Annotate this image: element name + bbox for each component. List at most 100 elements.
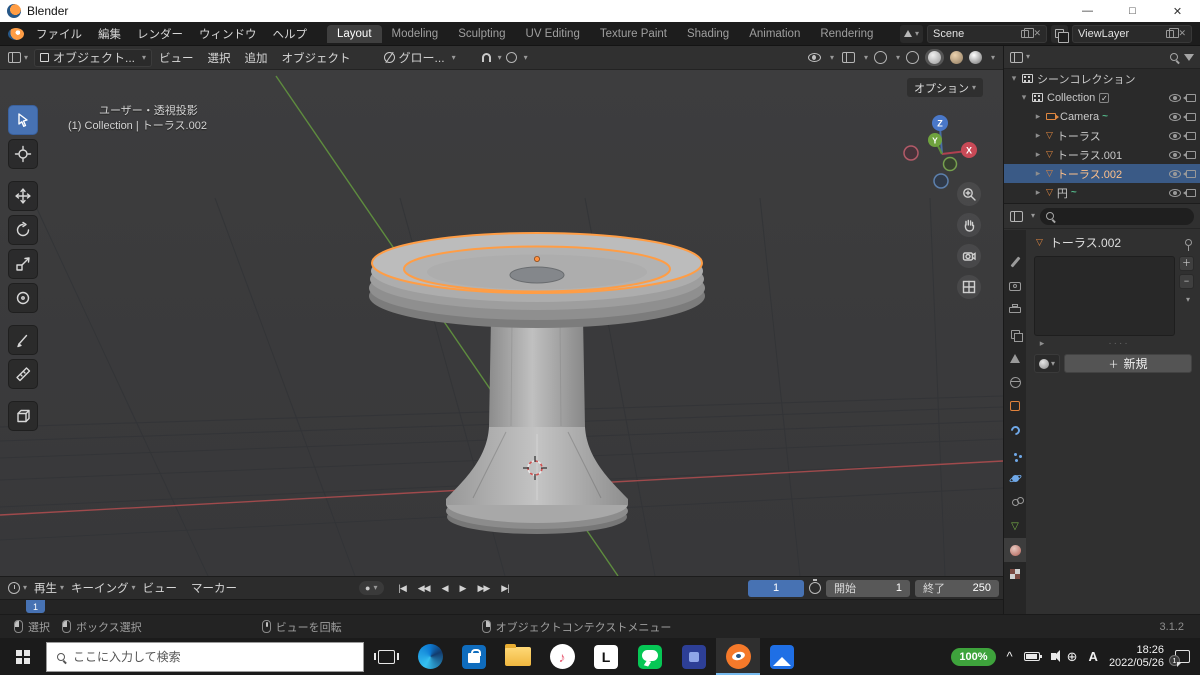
tab-material-properties[interactable] [1004,538,1026,562]
tab-shading[interactable]: Shading [677,25,739,43]
tool-measure[interactable] [8,359,38,389]
proportional-edit-icon[interactable] [505,52,517,63]
tool-rotate[interactable] [8,215,38,245]
tab-particle-properties[interactable] [1004,442,1026,466]
menu-window[interactable]: ウィンドウ [191,26,265,42]
gizmo-neg-y-axis[interactable] [942,156,958,172]
overlays-icon[interactable] [873,51,887,64]
outliner-filter-icon[interactable] [1184,53,1194,61]
maximize-button[interactable]: □ [1110,0,1155,22]
menu-render[interactable]: レンダー [129,26,191,42]
tab-rendering[interactable]: Rendering [810,25,883,43]
taskbar-search-box[interactable]: ここに入力して検索 [46,641,364,672]
play-button[interactable]: ▶ [455,581,471,596]
tool-add-primitive[interactable] [8,401,38,431]
resize-grip[interactable]: ···· [1048,338,1190,349]
outliner-row-torus-002-active[interactable]: ▸ ▽ トーラス.002 [1004,164,1200,183]
end-frame-field[interactable]: 終了 250 [915,579,999,597]
menu-file[interactable]: ファイル [28,26,90,42]
taskbar-app-music[interactable]: ♪ [540,638,584,675]
taskbar-app-l[interactable]: L [584,638,628,675]
properties-search-field[interactable] [1040,207,1194,225]
tab-object-properties[interactable] [1004,394,1026,418]
battery-badge[interactable]: 100% [951,647,996,666]
new-material-button[interactable]: ＋ 新規 [1064,354,1192,373]
timeline-editor-icon[interactable] [8,582,20,594]
render-camera-icon[interactable] [1183,150,1196,159]
taskbar-app-store[interactable] [452,638,496,675]
tab-object-data-properties[interactable]: ▽ [1004,514,1026,538]
prev-keyframe-button[interactable]: ◀◀ [413,581,435,596]
pin-icon[interactable] [1185,238,1192,251]
hide-eye-icon[interactable] [1169,150,1181,159]
tab-uv-editing[interactable]: UV Editing [516,25,590,43]
tab-tool-properties[interactable] [1004,250,1026,274]
gizmo-neg-x-axis[interactable] [903,145,919,161]
editor-type-icon[interactable] [8,52,21,63]
tab-layout[interactable]: Layout [327,24,382,43]
blender-logo-icon[interactable] [8,27,24,40]
unlink-scene-icon[interactable]: ✕ [1033,28,1041,39]
menu-playback[interactable]: 再生 [27,580,64,596]
outliner-row-scene-collection[interactable]: ▾ シーンコレクション [1004,69,1200,88]
hide-eye-icon[interactable] [1169,93,1181,102]
browse-material-button[interactable]: ▾ [1034,354,1060,373]
ime-indicator[interactable]: A [1089,649,1098,664]
remove-viewlayer-icon[interactable]: ✕ [1178,28,1186,39]
prev-frame-button[interactable]: ◀ [437,581,453,596]
next-keyframe-button[interactable]: ▶▶ [472,581,494,596]
tab-animation[interactable]: Animation [739,25,810,43]
collection-checkbox[interactable]: ✓ [1099,92,1110,103]
tab-modeling[interactable]: Modeling [382,25,449,43]
gizmo-neg-z-axis[interactable] [933,173,949,189]
tray-expand-icon[interactable]: ^ [1007,649,1013,664]
tab-sculpting[interactable]: Sculpting [448,25,515,43]
menu-keying[interactable]: キーイング [64,580,136,596]
use-preview-range-icon[interactable] [809,579,821,594]
minimize-button[interactable]: — [1065,0,1110,22]
auto-keying-record[interactable]: ● ▾ [359,581,384,595]
jump-to-start-button[interactable]: |◀ [394,581,411,596]
outliner-row-camera[interactable]: ▸ Camera ~ [1004,107,1200,126]
shading-material-icon[interactable] [949,51,963,64]
taskbar-clock[interactable]: 18:26 2022/05/26 [1109,644,1164,670]
task-view-button[interactable] [364,638,408,675]
menu-edit[interactable]: 編集 [90,26,129,42]
scene-browse-button[interactable]: ▾ [899,24,923,43]
taskbar-app-line[interactable] [628,638,672,675]
model-spool-table[interactable] [369,232,705,534]
outliner-row-circle[interactable]: ▸ ▽ 円 ~ [1004,183,1200,202]
jump-to-end-button[interactable]: ▶| [496,581,513,596]
gizmos-icon[interactable] [841,52,855,63]
tab-scene-properties[interactable] [1004,346,1026,370]
zoom-icon[interactable] [957,182,981,206]
outliner-editor-icon[interactable] [1010,51,1023,63]
new-scene-icon[interactable] [1021,27,1035,38]
outliner-row-torus-001[interactable]: ▸ ▽ トーラス.001 [1004,145,1200,164]
tool-select-box[interactable] [8,105,38,135]
taskbar-app-explorer[interactable] [496,638,540,675]
menu-add[interactable]: 追加 [238,50,275,66]
visibility-icon[interactable] [807,53,821,62]
taskbar-app-blender[interactable] [716,638,760,675]
menu-marker[interactable]: マーカー [184,580,244,596]
mode-dropdown[interactable]: オブジェクト... ▾ [34,48,153,67]
add-slot-button[interactable]: ＋ [1179,256,1194,271]
tab-viewlayer-properties[interactable] [1004,322,1026,346]
orientation-label[interactable]: グロー... [399,49,445,66]
timeline-scrubber[interactable]: 1 [0,599,1003,614]
tool-cursor[interactable] [8,139,38,169]
render-camera-icon[interactable] [1183,131,1196,140]
current-frame-field[interactable]: 1 [748,579,804,597]
speaker-icon[interactable] [1050,650,1060,662]
render-camera-icon[interactable] [1183,188,1196,197]
tab-modifier-properties[interactable] [1004,418,1026,442]
viewlayer-selector[interactable]: ViewLayer ✕ [1072,24,1192,43]
battery-icon[interactable] [1023,652,1042,661]
tab-texture-paint[interactable]: Texture Paint [590,25,677,43]
tool-annotate[interactable] [8,325,38,355]
current-frame-marker[interactable]: 1 [26,600,45,613]
start-button[interactable] [0,638,46,675]
shading-wireframe-icon[interactable] [905,51,919,64]
tab-render-properties[interactable] [1004,274,1026,298]
